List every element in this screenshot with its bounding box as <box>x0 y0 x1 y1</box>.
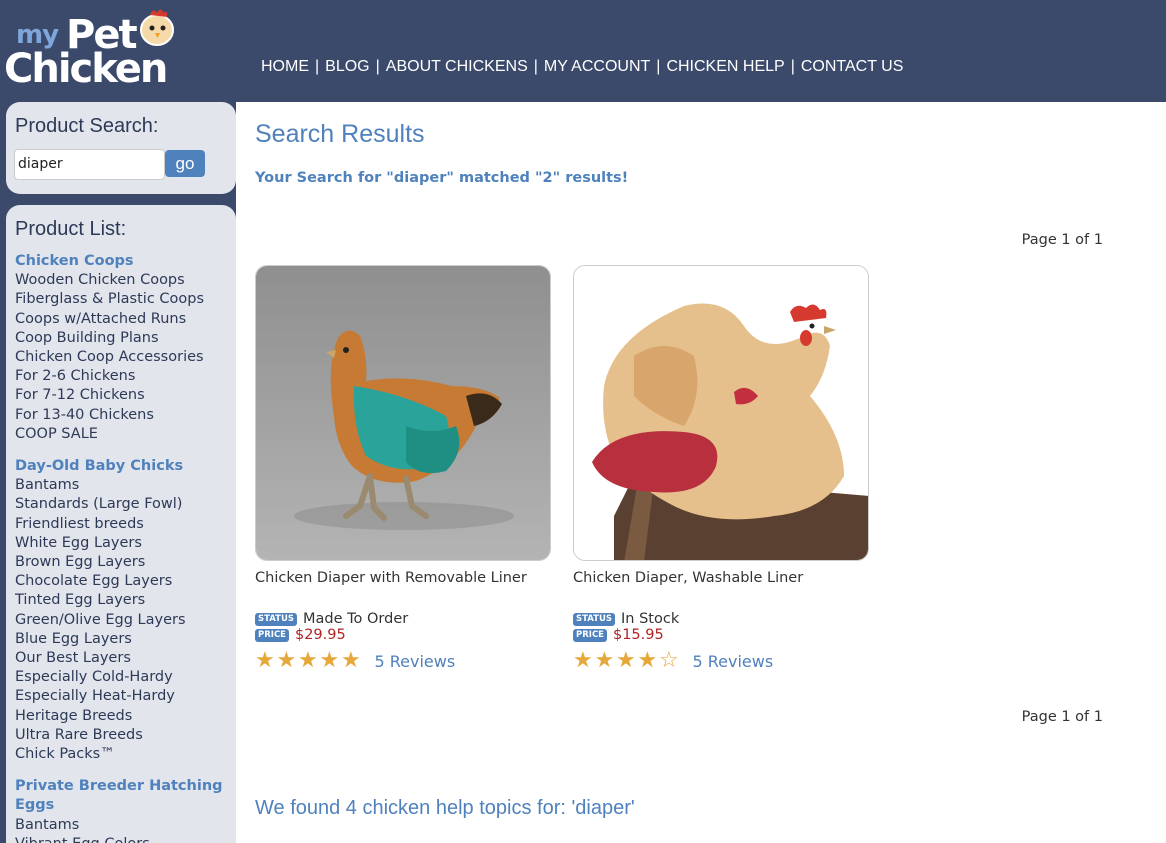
status-badge: STATUS <box>255 612 298 626</box>
star-filled-icon: ★ <box>637 648 658 673</box>
nav-my-account[interactable]: MY ACCOUNT <box>544 58 650 76</box>
product-list-item[interactable]: Our Best Layers <box>15 649 233 668</box>
category-link[interactable]: Private Breeder Hatching Eggs <box>15 777 233 815</box>
product-group-coops: Chicken Coops Wooden Chicken Coops Fiber… <box>15 252 233 444</box>
nav-separator: | <box>533 58 538 75</box>
product-card: Chicken Diaper, Washable Liner STATUS In… <box>573 265 873 673</box>
product-list-item[interactable]: For 7-12 Chickens <box>15 386 233 405</box>
product-list-item[interactable]: Coops w/Attached Runs <box>15 310 233 329</box>
reviews-link[interactable]: 5 Reviews <box>693 652 774 671</box>
search-go-button[interactable]: go <box>165 150 205 177</box>
product-price: $15.95 <box>612 627 664 643</box>
product-list-item[interactable]: Vibrant Egg Colors <box>15 835 233 843</box>
product-list-item[interactable]: Chocolate Egg Layers <box>15 572 233 591</box>
product-group-hatching-eggs: Private Breeder Hatching Eggs Bantams Vi… <box>15 777 233 843</box>
main-nav: HOME | BLOG | ABOUT CHICKENS | MY ACCOUNT | … <box>261 58 903 76</box>
pager-bottom: Page 1 of 1 <box>1021 709 1103 725</box>
product-status-row: STATUS In Stock <box>573 611 873 627</box>
product-list-item[interactable]: Wooden Chicken Coops <box>15 271 233 290</box>
product-list-item[interactable]: Heritage Breeds <box>15 707 233 726</box>
product-name[interactable]: Chicken Diaper with Removable Liner <box>255 570 555 586</box>
search-input[interactable]: diaper <box>14 149 165 180</box>
sidebar: Product Search: diaper go Product List: … <box>0 102 236 843</box>
pager-top: Page 1 of 1 <box>1021 232 1103 248</box>
category-link[interactable]: Chicken Coops <box>15 252 233 271</box>
product-status-row: STATUS Made To Order <box>255 611 555 627</box>
product-list-item[interactable]: Green/Olive Egg Layers <box>15 611 233 630</box>
product-list-item[interactable]: Bantams <box>15 476 233 495</box>
reviews-link[interactable]: 5 Reviews <box>375 652 456 671</box>
product-list-item[interactable]: Chicken Coop Accessories <box>15 348 233 367</box>
site-header: my Pet Chicken HOME | BLOG | ABOUT CHICKEN… <box>0 0 1166 102</box>
product-name[interactable]: Chicken Diaper, Washable Liner <box>573 570 873 586</box>
chicken-diaper-photo-1 <box>256 266 550 560</box>
product-status: In Stock <box>621 611 680 627</box>
product-search-box: Product Search: diaper go <box>6 102 236 194</box>
nav-separator: | <box>656 58 661 75</box>
star-rating: ★ ★ ★ ★ ☆ <box>573 649 681 673</box>
product-list-item[interactable]: Brown Egg Layers <box>15 553 233 572</box>
search-summary: Your Search for "diaper" matched "2" res… <box>255 170 629 186</box>
product-status: Made To Order <box>303 611 409 627</box>
product-list-box: Product List: Chicken Coops Wooden Chick… <box>6 205 236 843</box>
product-list-item[interactable]: Friendliest breeds <box>15 515 233 534</box>
product-list-item[interactable]: Standards (Large Fowl) <box>15 495 233 514</box>
product-list-item[interactable]: White Egg Layers <box>15 534 233 553</box>
star-filled-icon: ★ <box>573 648 593 673</box>
star-filled-icon: ★ <box>319 648 340 673</box>
chicken-diaper-photo-2 <box>574 266 868 560</box>
price-badge: PRICE <box>573 628 607 642</box>
star-rating: ★ ★ ★ ★ ★ <box>255 649 363 673</box>
star-filled-icon: ★ <box>594 648 615 673</box>
chicken-mascot-icon <box>140 9 174 46</box>
page-title: Search Results <box>255 120 425 148</box>
product-list-item[interactable]: Especially Heat-Hardy <box>15 687 233 706</box>
help-topics-title: We found 4 chicken help topics for: 'dia… <box>255 797 635 819</box>
star-filled-icon: ★ <box>616 648 636 673</box>
product-image[interactable] <box>255 265 551 561</box>
product-list-item[interactable]: Blue Egg Layers <box>15 630 233 649</box>
product-list-item[interactable]: For 13-40 Chickens <box>15 406 233 425</box>
star-filled-icon: ★ <box>255 648 275 673</box>
product-list-item[interactable]: Ultra Rare Breeds <box>15 726 233 745</box>
product-search-title: Product Search: <box>15 115 159 137</box>
star-filled-icon: ★ <box>298 648 318 673</box>
nav-contact-us[interactable]: CONTACT US <box>801 58 904 76</box>
product-rating-row: ★ ★ ★ ★ ★ 5 Reviews <box>255 649 555 673</box>
product-list-item[interactable]: Tinted Egg Layers <box>15 591 233 610</box>
product-list-item[interactable]: Chick Packs™ <box>15 745 233 764</box>
product-price: $29.95 <box>294 627 346 643</box>
status-badge: STATUS <box>573 612 616 626</box>
product-list-title: Product List: <box>15 218 127 240</box>
nav-separator: | <box>375 58 380 75</box>
product-price-row: PRICE $15.95 <box>573 627 873 643</box>
product-list-item[interactable]: For 2-6 Chickens <box>15 367 233 386</box>
nav-home[interactable]: HOME <box>261 58 309 76</box>
nav-separator: | <box>790 58 795 75</box>
nav-blog[interactable]: BLOG <box>325 58 369 76</box>
product-list-item[interactable]: Bantams <box>15 816 233 835</box>
star-filled-icon: ★ <box>341 648 361 673</box>
price-badge: PRICE <box>255 628 289 642</box>
product-list-item[interactable]: Coop Building Plans <box>15 329 233 348</box>
nav-chicken-help[interactable]: CHICKEN HELP <box>666 58 784 76</box>
logo-text-chicken: Chicken <box>4 46 168 92</box>
star-empty-icon: ☆ <box>659 648 679 673</box>
site-logo[interactable]: my Pet Chicken <box>4 4 182 92</box>
product-list-item[interactable]: Especially Cold-Hardy <box>15 668 233 687</box>
product-image[interactable] <box>573 265 869 561</box>
product-list: Chicken Coops Wooden Chicken Coops Fiber… <box>15 252 233 843</box>
product-list-item[interactable]: Fiberglass & Plastic Coops <box>15 290 233 309</box>
product-price-row: PRICE $29.95 <box>255 627 555 643</box>
star-filled-icon: ★ <box>276 648 297 673</box>
nav-about-chickens[interactable]: ABOUT CHICKENS <box>386 58 528 76</box>
product-card: Chicken Diaper with Removable Liner STAT… <box>255 265 555 673</box>
category-link[interactable]: Day-Old Baby Chicks <box>15 457 233 476</box>
product-list-item[interactable]: COOP SALE <box>15 425 233 444</box>
product-group-chicks: Day-Old Baby Chicks Bantams Standards (L… <box>15 457 233 764</box>
nav-separator: | <box>315 58 320 75</box>
product-rating-row: ★ ★ ★ ★ ☆ 5 Reviews <box>573 649 873 673</box>
